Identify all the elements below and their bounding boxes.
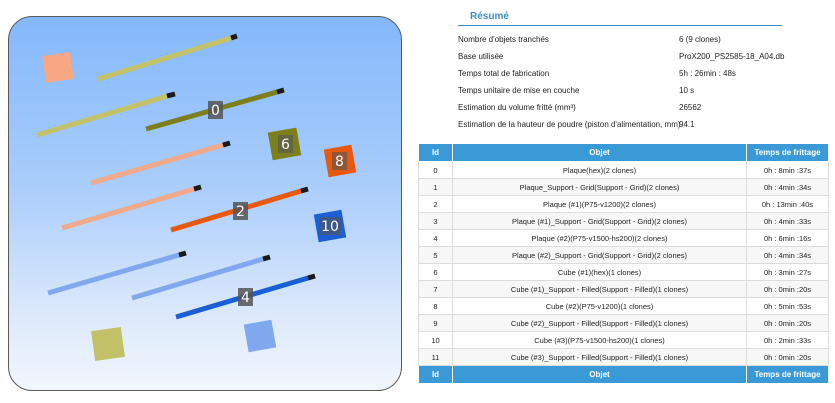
header-id[interactable]: Id xyxy=(418,143,453,162)
summary-value-powder-height: 94.1 xyxy=(679,120,695,129)
summary-label-objects: Nombre d'objets tranchés xyxy=(458,35,549,44)
footer-objet: Objet xyxy=(452,365,747,384)
table-row: 6 Cube (#1)(hex)(1 clones) 0h : 3min :27s xyxy=(418,263,829,281)
cell-temps: 0h : 6min :16s xyxy=(746,229,829,247)
summary-title: Résumé xyxy=(470,11,509,22)
part-square-khaki xyxy=(91,327,125,361)
svg-text:2: 2 xyxy=(236,204,245,220)
footer-temps: Temps de frittage xyxy=(746,365,829,384)
cell-objet: Plaque_Support - Grid(Support - Grid)(2 … xyxy=(452,178,747,196)
cell-temps: 0h : 2min :33s xyxy=(746,331,829,349)
cell-id: 4 xyxy=(418,229,453,247)
part-square-salmon xyxy=(42,52,74,83)
cell-id: 8 xyxy=(418,297,453,315)
part-bar-4 xyxy=(90,140,231,186)
summary-label-base: Base utilisée xyxy=(458,52,504,61)
svg-text:8: 8 xyxy=(335,154,344,170)
cell-objet: Cube (#1)(hex)(1 clones) xyxy=(452,263,747,281)
cell-temps: 0h : 4min :34s xyxy=(746,178,829,196)
cell-temps: 0h : 0min :20s xyxy=(746,280,829,298)
cell-temps: 0h : 8min :37s xyxy=(746,161,829,179)
svg-text:10: 10 xyxy=(321,219,339,235)
table-row: 10 Cube (#3)(P75-v1500-hs200)(1 clones) 0h… xyxy=(418,331,829,349)
cell-id: 3 xyxy=(418,212,453,230)
cell-id: 0 xyxy=(418,161,453,179)
part-bar-5 xyxy=(61,184,202,231)
svg-text:0: 0 xyxy=(211,103,220,119)
cell-objet: Plaque (#2)(P75-v1500-hs200)(2 clones) xyxy=(452,229,747,247)
summary-value-volume: 26562 xyxy=(679,103,702,112)
cell-id: 7 xyxy=(418,280,453,298)
cell-temps: 0h : 0min :20s xyxy=(746,348,829,366)
table-row: 8 Cube (#2)(P75-v1200)(1 clones) 0h : 5min… xyxy=(418,297,829,315)
cell-objet: Cube (#2)(P75-v1200)(1 clones) xyxy=(452,297,747,315)
summary-label-layer-time: Temps unitaire de mise en couche xyxy=(458,86,580,95)
id-label-2: 2 xyxy=(233,202,248,220)
table-row: 3 Plaque (#1)_Support - Grid(Support - Gr… xyxy=(418,212,829,230)
part-bar-1 xyxy=(97,33,238,82)
cell-objet: Cube (#3)_Support - Filled(Support - Fil… xyxy=(452,348,747,366)
table-row: 5 Plaque (#2)_Support - Grid(Support - Gr… xyxy=(418,246,829,264)
cell-id: 2 xyxy=(418,195,453,213)
cell-temps: 0h : 3min :27s xyxy=(746,263,829,281)
table-row: 11 Cube (#3)_Support - Filled(Support - F… xyxy=(418,348,829,366)
summary-value-layer-time: 10 s xyxy=(679,86,695,95)
cell-temps: 0h : 4min :33s xyxy=(746,212,829,230)
footer-id: Id xyxy=(418,365,453,384)
cell-id: 10 xyxy=(418,331,453,349)
build-plate-preview: 0 2 4 6 8 10 xyxy=(8,16,402,391)
svg-text:6: 6 xyxy=(281,137,290,153)
table-row: 4 Plaque (#2)(P75-v1500-hs200)(2 clones) 0… xyxy=(418,229,829,247)
cell-id: 6 xyxy=(418,263,453,281)
part-square-lightblue xyxy=(243,319,277,353)
table-row: 2 Plaque (#1)(P75-v1200)(2 clones) 0h : 13… xyxy=(418,195,829,213)
cell-id: 5 xyxy=(418,246,453,264)
header-temps[interactable]: Temps de frittage xyxy=(746,143,829,162)
table-footer-row: Id Objet Temps de frittage xyxy=(418,365,829,384)
header-objet[interactable]: Objet xyxy=(452,143,747,162)
cell-temps: 0h : 4min :34s xyxy=(746,246,829,264)
cell-id: 9 xyxy=(418,314,453,332)
cell-temps: 0h : 0min :20s xyxy=(746,314,829,332)
build-plate-drawing: 0 2 4 6 8 10 xyxy=(36,33,357,361)
cell-objet: Cube (#1)_Support - Filled(Support - Fil… xyxy=(452,280,747,298)
id-label-6: 6 xyxy=(278,135,293,153)
id-label-8: 8 xyxy=(332,152,347,170)
cell-objet: Cube (#3)(P75-v1500-hs200)(1 clones) xyxy=(452,331,747,349)
svg-text:4: 4 xyxy=(241,290,250,306)
summary-value-objects: 6 (9 clones) xyxy=(679,35,721,44)
cell-objet: Plaque(hex)(2 clones) xyxy=(452,161,747,179)
id-label-0: 0 xyxy=(208,101,223,119)
table-header-row: Id Objet Temps de frittage xyxy=(418,143,829,162)
parts-table: Id Objet Temps de frittage 0 Plaque(hex)(… xyxy=(418,143,829,384)
cell-objet: Plaque (#1)_Support - Grid(Support - Gri… xyxy=(452,212,747,230)
table-row: 9 Cube (#2)_Support - Filled(Support - Fi… xyxy=(418,314,829,332)
id-label-10: 10 xyxy=(319,217,341,235)
cell-objet: Plaque (#1)(P75-v1200)(2 clones) xyxy=(452,195,747,213)
summary-label-powder-height: Estimation de la hauteur de poudre (pist… xyxy=(458,120,681,129)
summary-value-total-time: 5h : 26min : 48s xyxy=(679,69,736,78)
cell-id: 11 xyxy=(418,348,453,366)
summary-value-base: ProX200_PS2585-18_A04.db xyxy=(679,52,785,61)
cell-objet: Cube (#2)_Support - Filled(Support - Fil… xyxy=(452,314,747,332)
cell-temps: 0h : 5min :53s xyxy=(746,297,829,315)
summary-label-total-time: Temps total de fabrication xyxy=(458,69,550,78)
id-label-4: 4 xyxy=(238,288,253,306)
cell-temps: 0h : 13min :40s xyxy=(746,195,829,213)
table-row: 0 Plaque(hex)(2 clones) 0h : 8min :37s xyxy=(418,161,829,179)
summary-divider xyxy=(458,25,782,26)
table-row: 1 Plaque_Support - Grid(Support - Grid)(2… xyxy=(418,178,829,196)
table-row: 7 Cube (#1)_Support - Filled(Support - Fi… xyxy=(418,280,829,298)
cell-id: 1 xyxy=(418,178,453,196)
cell-objet: Plaque (#2)_Support - Grid(Support - Gri… xyxy=(452,246,747,264)
summary-label-volume: Estimation du volume fritté (mm³) xyxy=(458,103,576,112)
